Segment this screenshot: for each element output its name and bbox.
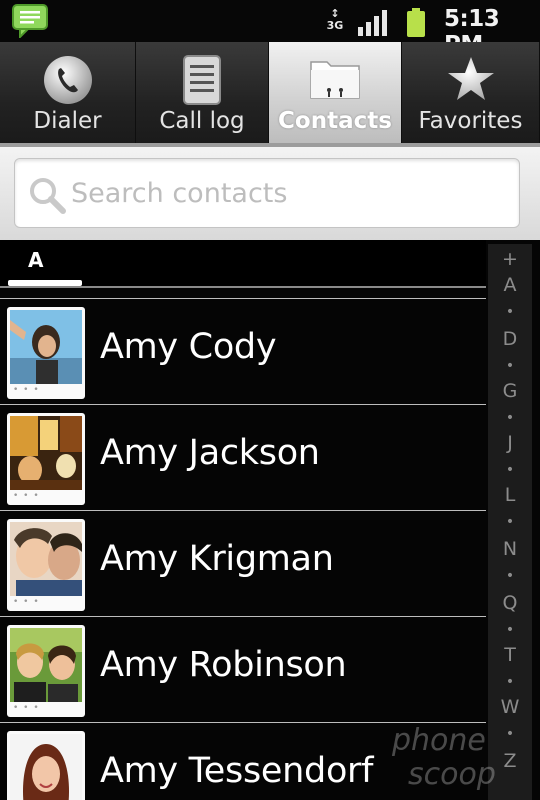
contact-name: Amy Jackson [100,433,320,473]
section-underline [8,280,82,286]
contact-row[interactable]: • • • Amy Krigman [0,510,486,616]
contact-row[interactable]: • • • Amy Cody [0,298,486,404]
index-item[interactable]: J [488,432,532,454]
watermark-line2: scoop [408,757,496,792]
contact-photo-avatar[interactable]: • • • [7,307,85,399]
index-item[interactable]: • [488,568,532,584]
tab-call-log-label: Call log [159,108,245,134]
call-log-icon [176,54,228,106]
battery-icon [406,8,426,38]
contact-name: Amy Cody [100,327,277,367]
tab-favorites[interactable]: Favorites [402,42,540,145]
contact-name: Amy Robinson [100,645,347,685]
index-item[interactable]: G [488,380,532,402]
search-icon [27,175,67,215]
avatar-dots: • • • [13,597,40,607]
alphabet-index-bar[interactable]: + A • D • G • J • L • N • Q • T • W • Z [488,244,532,800]
network-3g-icon: ↕ 3G [324,8,346,36]
index-item[interactable]: N [488,538,532,560]
phonescoop-watermark: phone scoop [388,718,518,794]
avatar-dots: • • • [13,491,40,501]
index-item[interactable]: • [488,410,532,426]
index-item[interactable]: • [488,462,532,478]
section-header: A [0,240,486,288]
tab-bar: Dialer Call log Contacts Favorites [0,42,540,145]
avatar-dots: • • • [13,385,40,395]
index-item[interactable]: W [488,696,532,718]
tab-contacts[interactable]: Contacts [269,42,402,145]
search-area [0,147,540,240]
section-letter: A [28,248,44,272]
contact-photo-avatar[interactable]: • • • [7,413,85,505]
index-item[interactable]: L [488,484,532,506]
contact-photo-avatar[interactable] [7,731,85,800]
index-item[interactable]: T [488,644,532,666]
search-box[interactable] [14,158,520,228]
watermark-line1: phone [391,723,486,758]
contact-name: Amy Tessendorf [100,751,374,791]
search-input[interactable] [71,171,501,215]
contact-photo-avatar[interactable]: • • • [7,519,85,611]
star-icon [445,54,497,106]
index-item[interactable]: Q [488,592,532,614]
index-item[interactable]: • [488,674,532,690]
contact-row[interactable]: • • • Amy Jackson [0,404,486,510]
signal-strength-icon [358,10,388,36]
index-item[interactable]: A [488,274,532,296]
contact-photo-avatar[interactable]: • • • [7,625,85,717]
index-item[interactable]: • [488,304,532,320]
tab-favorites-label: Favorites [418,108,523,134]
index-item[interactable]: + [488,248,532,270]
avatar-dots: • • • [13,703,40,713]
contacts-folder-icon [309,54,361,106]
contact-name: Amy Krigman [100,539,334,579]
phone-icon [42,54,94,106]
contact-row[interactable]: • • • Amy Robinson [0,616,486,722]
index-item[interactable]: • [488,514,532,530]
status-bar: ↕ 3G 5:13 PM [0,0,540,58]
index-item[interactable]: • [488,622,532,638]
index-item[interactable]: • [488,358,532,374]
tab-contacts-label: Contacts [278,108,392,134]
tab-dialer-label: Dialer [33,108,102,134]
network-type-label: 3G [326,19,344,32]
index-item[interactable]: D [488,328,532,350]
notification-icon[interactable] [12,4,50,40]
tab-call-log[interactable]: Call log [136,42,269,145]
tab-dialer[interactable]: Dialer [0,42,136,145]
